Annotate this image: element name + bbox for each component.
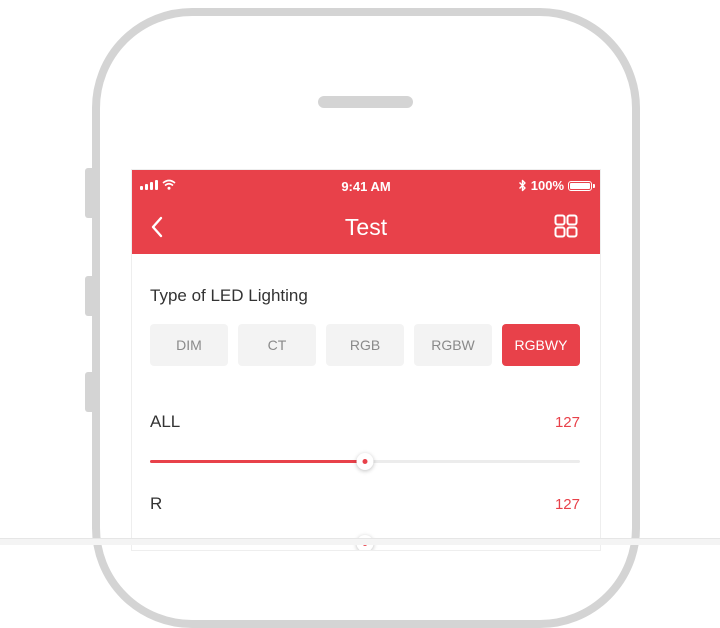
led-type-title: Type of LED Lighting	[150, 286, 308, 305]
status-right: 100%	[518, 178, 595, 193]
battery-icon	[568, 180, 595, 191]
slider-value-all: 127	[554, 414, 580, 431]
type-button-ct[interactable]: CT	[238, 324, 316, 366]
slider-thumb[interactable]	[356, 453, 374, 470]
type-button-rgbw[interactable]: RGBW	[414, 324, 492, 366]
status-bar: 9:41 AM 100%	[132, 170, 600, 202]
phone-speaker	[318, 96, 413, 108]
header: 9:41 AM 100% Test	[132, 170, 600, 254]
slider-fill	[150, 460, 365, 463]
slider-label-all: ALL	[150, 412, 181, 431]
type-button-rgb[interactable]: RGB	[326, 324, 404, 366]
type-button-rgbwy[interactable]: RGBWY	[502, 324, 580, 366]
slider-all[interactable]	[150, 453, 580, 470]
grid-icon	[554, 214, 578, 238]
led-type-selector: DIM CT RGB RGBW RGBWY	[150, 324, 580, 366]
grid-menu-button[interactable]	[552, 212, 582, 242]
bluetooth-icon	[518, 179, 526, 192]
nav-bar: Test	[132, 202, 600, 254]
slider-value-r: 127	[554, 496, 580, 513]
page-title: Test	[344, 214, 388, 240]
app-screen: 9:41 AM 100% Test Type of LED Lighting D…	[132, 170, 600, 550]
type-button-dim[interactable]: DIM	[150, 324, 228, 366]
slider-label-r: R	[150, 494, 163, 513]
battery-percent: 100%	[530, 178, 564, 193]
